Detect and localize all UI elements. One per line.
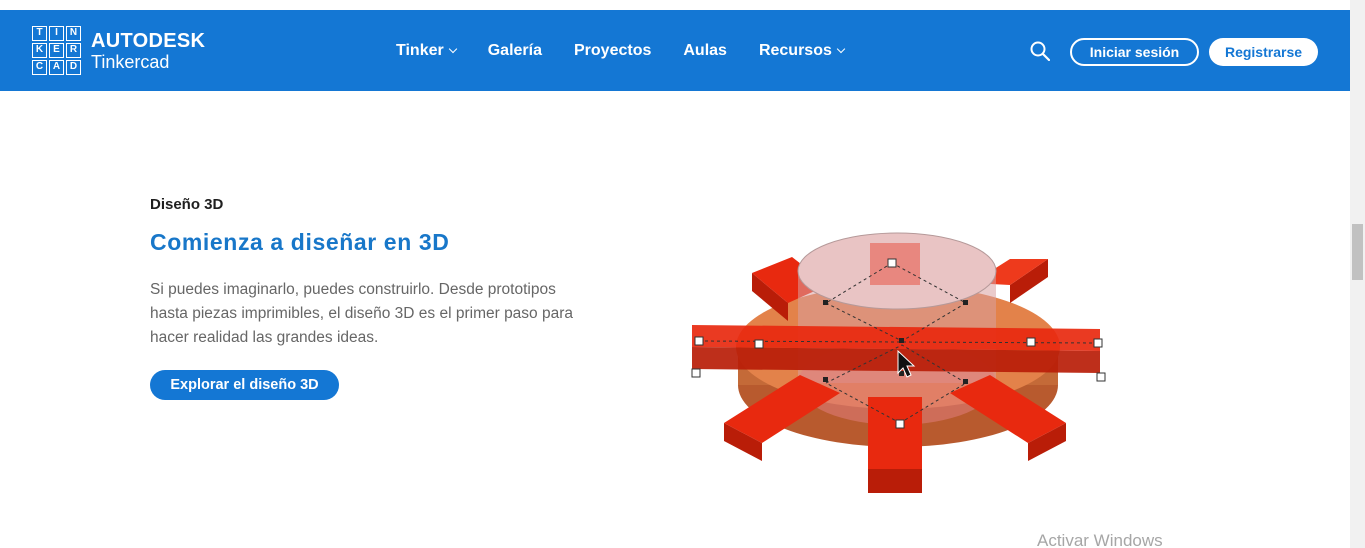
nav-galeria-label: Galería bbox=[487, 41, 542, 59]
nav-galeria[interactable]: Galería bbox=[488, 42, 542, 60]
nav-proyectos[interactable]: Proyectos bbox=[574, 42, 651, 60]
logo-letter: N bbox=[66, 26, 81, 41]
windows-activation-watermark: Activar Windows bbox=[1037, 531, 1163, 548]
scrollbar-thumb[interactable] bbox=[1352, 224, 1363, 280]
chevron-down-icon bbox=[448, 44, 457, 53]
logo-letter: A bbox=[49, 60, 64, 75]
search-icon[interactable] bbox=[1030, 41, 1051, 62]
logo-letter: T bbox=[32, 26, 47, 41]
logo-text: AUTODESK Tinkercad bbox=[91, 30, 205, 72]
nav-aulas[interactable]: Aulas bbox=[683, 42, 727, 60]
nav-tinker-label: Tinker bbox=[396, 41, 444, 59]
signup-button[interactable]: Registrarse bbox=[1209, 38, 1318, 66]
nav-aulas-label: Aulas bbox=[683, 41, 727, 59]
top-strip bbox=[0, 0, 1350, 10]
navbar: T I N K E R C A D AUTODESK Tinkercad Tin… bbox=[0, 10, 1350, 91]
chevron-down-icon bbox=[836, 44, 846, 53]
explore-3d-button[interactable]: Explorar el diseño 3D bbox=[150, 370, 339, 400]
logo-letter: C bbox=[32, 60, 47, 75]
logo-letter: I bbox=[49, 26, 64, 41]
section-headline: Comienza a diseñar en 3D bbox=[150, 229, 450, 255]
logo-grid: T I N K E R C A D bbox=[32, 26, 81, 75]
login-button[interactable]: Iniciar sesión bbox=[1070, 38, 1199, 66]
logo-letter: R bbox=[66, 43, 81, 58]
brand-tinkercad: Tinkercad bbox=[91, 51, 170, 72]
nav-recursos-label: Recursos bbox=[758, 41, 832, 59]
logo-letter: D bbox=[66, 60, 81, 75]
main-nav: Tinker Galería Proyectos Aulas Recursos bbox=[396, 10, 876, 91]
brand-autodesk: AUTODESK bbox=[91, 29, 206, 52]
section-description: Si puedes imaginarlo, puedes construirlo… bbox=[150, 281, 574, 346]
nav-tinker[interactable]: Tinker bbox=[396, 41, 457, 60]
3d-gear-illustration bbox=[680, 225, 1120, 500]
nav-recursos[interactable]: Recursos bbox=[758, 41, 846, 60]
logo-letter: K bbox=[32, 43, 47, 58]
logo-letter: E bbox=[49, 43, 64, 58]
tinkercad-logo[interactable]: T I N K E R C A D AUTODESK Tinkercad bbox=[32, 26, 205, 75]
nav-proyectos-label: Proyectos bbox=[574, 41, 652, 59]
section-eyebrow: Diseño 3D bbox=[150, 196, 224, 213]
